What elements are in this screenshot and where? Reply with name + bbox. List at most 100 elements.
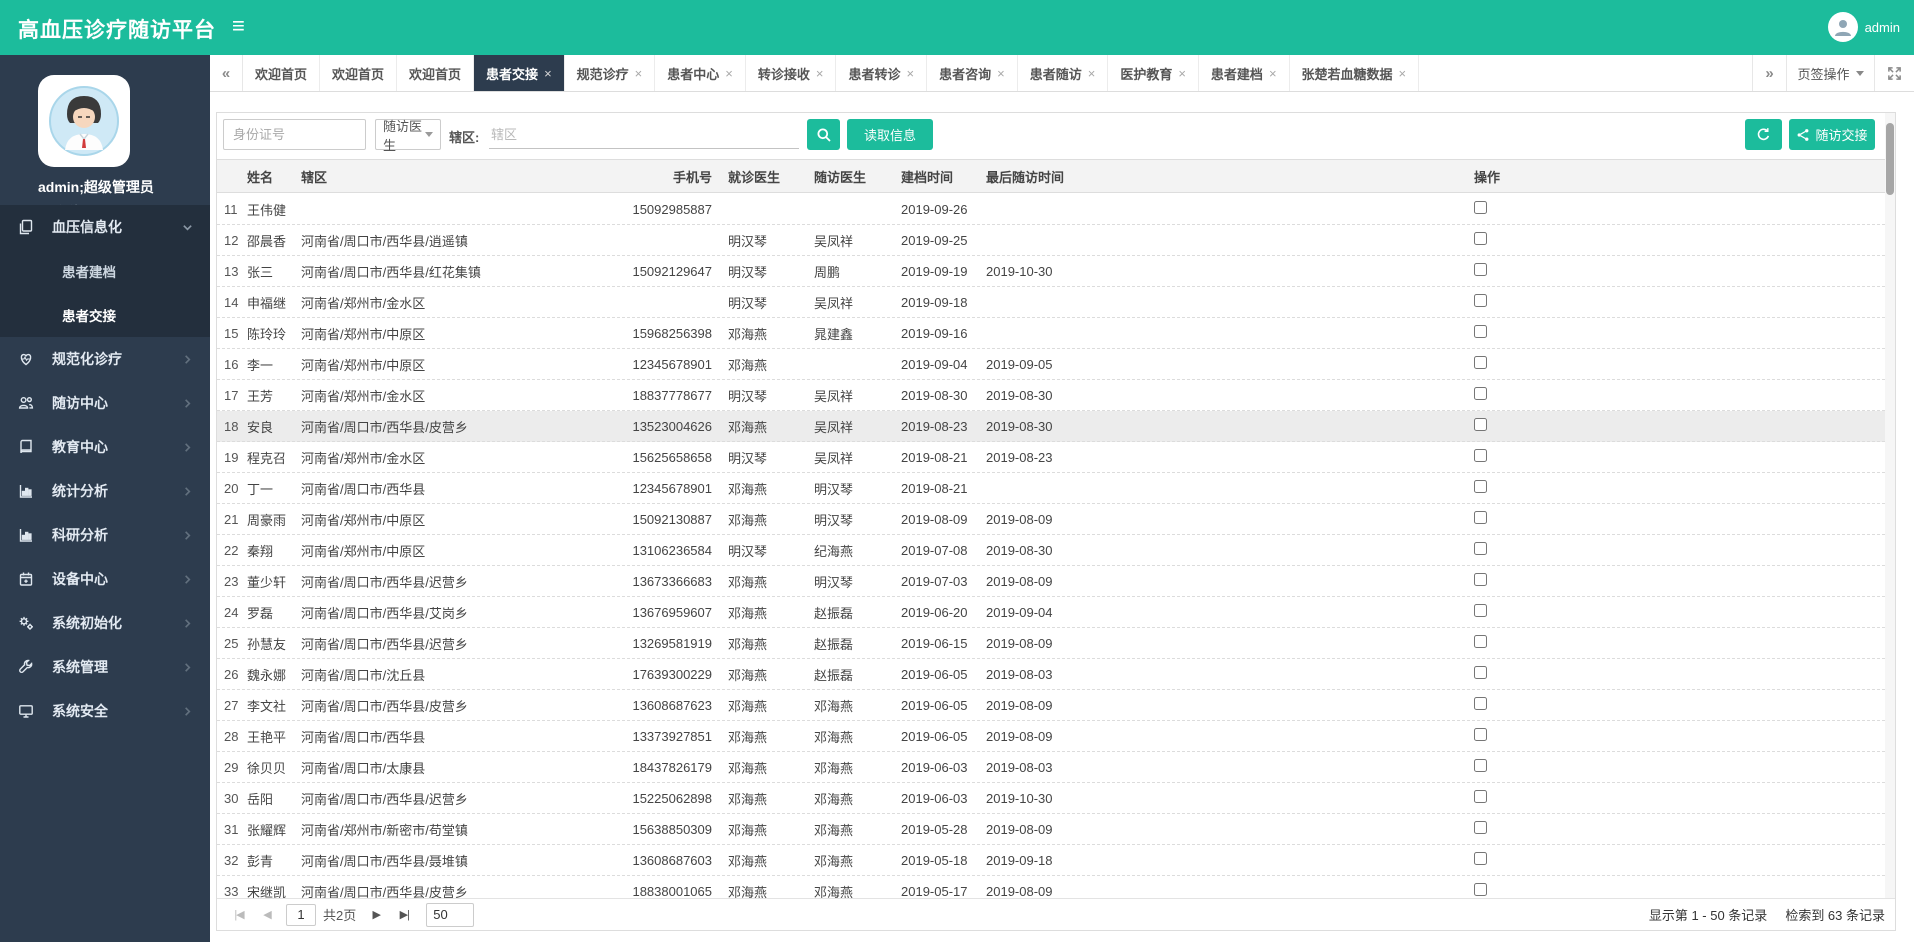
row-select-checkbox[interactable] [1474,294,1487,307]
row-select-checkbox[interactable] [1474,449,1487,462]
table-row[interactable]: 31 张耀辉 河南省/郑州市/新密市/苟堂镇 15638850309 邓海燕 邓海燕 201… [217,814,1895,845]
row-select-checkbox[interactable] [1474,821,1487,834]
refresh-button[interactable] [1745,119,1782,150]
row-select-checkbox[interactable] [1474,480,1487,493]
row-select-checkbox[interactable] [1474,263,1487,276]
table-row[interactable]: 32 彭青 河南省/周口市/西华县/聂堆镇 13608687603 邓海燕 邓海燕 2019… [217,845,1895,876]
page-number-input[interactable] [286,903,316,926]
row-select-checkbox[interactable] [1474,232,1487,245]
table-row[interactable]: 27 李文社 河南省/周口市/西华县/皮营乡 13608687623 邓海燕 邓海燕 201… [217,690,1895,721]
table-row[interactable]: 23 董少轩 河南省/周口市/西华县/迟营乡 13673366683 邓海燕 明汉琴 201… [217,566,1895,597]
row-select-checkbox[interactable] [1474,356,1487,369]
tab[interactable]: 欢迎首页 [397,55,475,91]
read-info-button[interactable]: 读取信息 [847,119,933,150]
row-select-checkbox[interactable] [1474,697,1487,710]
tab[interactable]: 规范诊疗 × [565,55,656,91]
next-page-icon[interactable]: ▶ [365,904,387,926]
tab[interactable]: 患者随访 × [1018,55,1109,91]
tab-close-icon[interactable]: × [725,67,733,80]
row-select-checkbox[interactable] [1474,418,1487,431]
tab-close-icon[interactable]: × [816,67,824,80]
sidebar-item-3[interactable]: 教育中心 [0,425,210,469]
first-page-icon[interactable]: |◀ [228,904,250,926]
table-row[interactable]: 22 秦翔 河南省/郑州市/中原区 13106236584 明汉琴 纪海燕 2019-07-… [217,535,1895,566]
sidebar-item-1[interactable]: 规范化诊疗 [0,337,210,381]
table-row[interactable]: 11 王伟健 15092985887 2019-09-26 [217,194,1895,225]
row-select-checkbox[interactable] [1474,790,1487,803]
table-row[interactable]: 21 周豪雨 河南省/郑州市/中原区 15092130887 邓海燕 明汉琴 2019-08… [217,504,1895,535]
tab-close-icon[interactable]: × [1088,67,1096,80]
sidebar-subitem[interactable]: 患者交接 [0,293,210,337]
tab[interactable]: 患者咨询 × [927,55,1018,91]
region-input[interactable] [489,121,799,149]
follow-doctor-select[interactable]: 随访医生 [375,119,441,153]
sidebar-item-4[interactable]: 统计分析 [0,469,210,513]
row-select-checkbox[interactable] [1474,852,1487,865]
table-row[interactable]: 14 申福继 河南省/郑州市/金水区 明汉琴 吴凤祥 2019-09-18 [217,287,1895,318]
table-row[interactable]: 20 丁一 河南省/周口市/西华县 12345678901 邓海燕 明汉琴 2019-08-… [217,473,1895,504]
tab-close-icon[interactable]: × [544,67,552,80]
tab[interactable]: 患者建档 × [1199,55,1290,91]
tab[interactable]: 欢迎首页 [243,55,321,91]
row-select-checkbox[interactable] [1474,387,1487,400]
row-select-checkbox[interactable] [1474,325,1487,338]
prev-page-icon[interactable]: ◀ [256,904,278,926]
tab[interactable]: 欢迎首页 [320,55,398,91]
table-row[interactable]: 16 李一 河南省/郑州市/中原区 12345678901 邓海燕 2019-09-04 2… [217,349,1895,380]
tab[interactable]: 转诊接收 × [746,55,837,91]
table-row[interactable]: 12 邵晨香 河南省/周口市/西华县/逍遥镇 明汉琴 吴凤祥 2019-09-25 [217,225,1895,256]
table-row[interactable]: 30 岳阳 河南省/周口市/西华县/迟营乡 15225062898 邓海燕 邓海燕 2019… [217,783,1895,814]
table-row[interactable]: 17 王芳 河南省/郑州市/金水区 18837778677 明汉琴 吴凤祥 2019-08-… [217,380,1895,411]
row-select-checkbox[interactable] [1474,604,1487,617]
tab[interactable]: 患者交接 × [474,55,565,91]
tab-close-icon[interactable]: × [635,67,643,80]
scrollbar-thumb[interactable] [1886,123,1894,195]
table-row[interactable]: 29 徐贝贝 河南省/周口市/太康县 18437826179 邓海燕 邓海燕 2019-06… [217,752,1895,783]
row-select-checkbox[interactable] [1474,635,1487,648]
sidebar-item-0[interactable]: 血压信息化 [0,205,210,249]
tab[interactable]: 患者转诊 × [836,55,928,91]
sidebar-item-9[interactable]: 系统安全 [0,689,210,733]
row-select-checkbox[interactable] [1474,542,1487,555]
table-row[interactable]: 15 陈玲玲 河南省/郑州市/中原区 15968256398 邓海燕 晁建鑫 2019-09… [217,318,1895,349]
tab[interactable]: 医护教育 × [1108,55,1199,91]
table-row[interactable]: 26 魏永娜 河南省/周口市/沈丘县 17639300229 邓海燕 赵振磊 2019-06… [217,659,1895,690]
table-row[interactable]: 25 孙慧友 河南省/周口市/西华县/迟营乡 13269581919 邓海燕 赵振磊 201… [217,628,1895,659]
sidebar-item-6[interactable]: 设备中心 [0,557,210,601]
last-page-icon[interactable]: ▶| [393,904,415,926]
search-button[interactable] [807,119,840,150]
id-number-input[interactable] [223,119,366,150]
sidebar-item-5[interactable]: 科研分析 [0,513,210,557]
table-row[interactable]: 24 罗磊 河南省/周口市/西华县/艾岗乡 13676959607 邓海燕 赵振磊 2019… [217,597,1895,628]
sidebar-item-2[interactable]: 随访中心 [0,381,210,425]
tab-close-icon[interactable]: × [907,67,915,80]
fullscreen-icon[interactable] [1874,55,1914,91]
tab-close-icon[interactable]: × [997,67,1005,80]
page-size-select[interactable]: 50 [426,902,475,927]
tab-close-icon[interactable]: × [1269,67,1277,80]
tabs-scroll-right-icon[interactable]: » [1752,55,1786,91]
row-select-checkbox[interactable] [1474,728,1487,741]
row-select-checkbox[interactable] [1474,759,1487,772]
hamburger-icon[interactable]: ≡ [232,13,245,39]
sidebar-item-7[interactable]: 系统初始化 [0,601,210,645]
row-select-checkbox[interactable] [1474,201,1487,214]
sidebar-item-8[interactable]: 系统管理 [0,645,210,689]
tab-operations-dropdown[interactable]: 页签操作 [1786,55,1874,91]
table-row[interactable]: 33 宋继凯 河南省/周口市/西华县/皮营乡 18838001065 邓海燕 邓海燕 201… [217,876,1895,900]
tab-close-icon[interactable]: × [1178,67,1186,80]
table-row[interactable]: 18 安良 河南省/周口市/西华县/皮营乡 13523004626 邓海燕 吴凤祥 2019… [217,411,1895,442]
vertical-scrollbar[interactable] [1885,113,1895,930]
tabs-scroll-left-icon[interactable]: « [210,55,243,91]
sidebar-subitem[interactable]: 患者建档 [0,249,210,293]
tab-close-icon[interactable]: × [1399,67,1407,80]
table-row[interactable]: 19 程克召 河南省/郑州市/金水区 15625658658 明汉琴 吴凤祥 2019-08… [217,442,1895,473]
row-select-checkbox[interactable] [1474,511,1487,524]
row-select-checkbox[interactable] [1474,883,1487,896]
follow-handover-button[interactable]: 随访交接 [1789,119,1875,150]
tab[interactable]: 患者中心 × [655,55,746,91]
row-select-checkbox[interactable] [1474,573,1487,586]
topbar-user-menu[interactable]: admin [1827,11,1900,43]
tab[interactable]: 张楚若血糖数据 × [1290,55,1420,91]
table-row[interactable]: 13 张三 河南省/周口市/西华县/红花集镇 15092129647 明汉琴 周鹏 2019… [217,256,1895,287]
